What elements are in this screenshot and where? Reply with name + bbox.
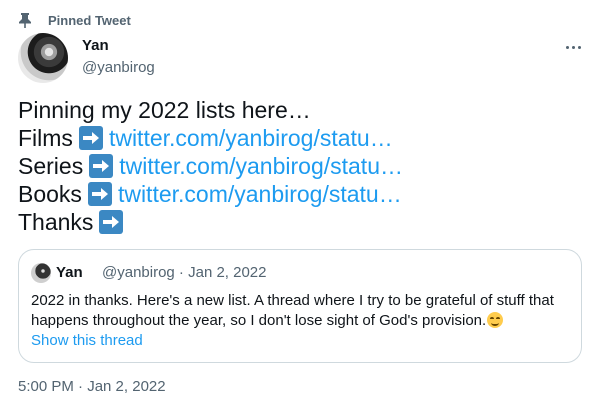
tweet-line: Pinning my 2022 lists here… (18, 96, 588, 124)
tweet-line: Series twitter.com/yanbirog/statu… (18, 152, 588, 180)
tweet-line: Books twitter.com/yanbirog/statu… (18, 180, 588, 208)
avatar[interactable] (18, 33, 68, 83)
smiling-face-icon (487, 312, 504, 328)
more-options-button[interactable] (561, 38, 585, 56)
tweet-line: Thanks (18, 208, 588, 236)
tweet-line-text: Series (18, 153, 84, 179)
tweet-line-text: Pinning my 2022 lists here… (18, 97, 311, 123)
quoted-text-body: 2022 in thanks. Here's a new list. A thr… (31, 292, 554, 329)
tweet-line-text: Thanks (18, 209, 94, 235)
arrow-right-icon (89, 154, 114, 178)
more-icon (565, 45, 569, 49)
pinned-label: Pinned Tweet (48, 12, 131, 28)
quoted-tweet-text: 2022 in thanks. Here's a new list. A thr… (31, 291, 571, 331)
author-handle[interactable]: @yanbirog (82, 59, 155, 76)
quoted-author-meta: @yanbirog · Jan 2, 2022 (102, 264, 267, 281)
tweet-line-text: Films (18, 125, 73, 151)
show-thread-link[interactable]: Show this thread (31, 332, 143, 349)
status-link-series[interactable]: twitter.com/yanbirog/statu… (119, 152, 403, 180)
arrow-right-icon (99, 210, 124, 234)
quoted-author-name: Yan (56, 264, 83, 281)
tweet-line-text: Books (18, 181, 82, 207)
tweet-line: Films twitter.com/yanbirog/statu… (18, 124, 588, 152)
quoted-tweet-card[interactable]: Yan @yanbirog · Jan 2, 2022 2022 in than… (18, 249, 582, 363)
pin-icon (18, 12, 32, 28)
arrow-right-icon (78, 126, 103, 150)
pinned-tweet-row: Pinned Tweet (18, 11, 131, 29)
quoted-avatar (31, 263, 51, 283)
status-link-books[interactable]: twitter.com/yanbirog/statu… (118, 180, 402, 208)
arrow-right-icon (87, 182, 112, 206)
tweet-timestamp[interactable]: 5:00 PM · Jan 2, 2022 (18, 378, 166, 395)
tweet-text: Pinning my 2022 lists here… Films twitte… (18, 96, 588, 236)
author-name[interactable]: Yan (82, 37, 109, 54)
status-link-films[interactable]: twitter.com/yanbirog/statu… (109, 124, 393, 152)
